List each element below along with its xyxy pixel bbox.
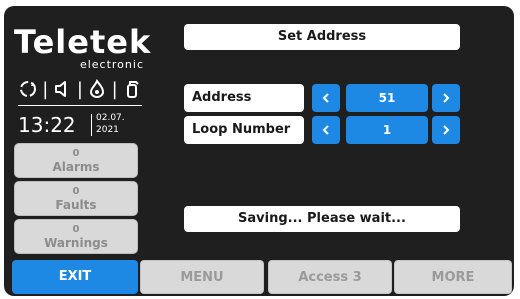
chevron-left-icon — [322, 93, 329, 103]
screen: Teletek electronic | | | 13:22 02.07. 20… — [0, 0, 520, 299]
status-separator: | — [76, 78, 83, 100]
loop-number-label: Loop Number — [184, 116, 304, 144]
warnings-label: Warnings — [44, 236, 108, 250]
address-increment-button[interactable] — [432, 84, 460, 112]
sync-icon — [18, 79, 38, 99]
chevron-right-icon — [443, 93, 450, 103]
clock-date: 02.07. 2021 — [96, 112, 125, 136]
brand-subtitle: electronic — [79, 58, 144, 71]
access-level-button[interactable]: Access 3 — [268, 260, 392, 294]
flame-icon — [87, 79, 107, 99]
clock-date-year: 2021 — [96, 125, 119, 135]
status-separator: | — [111, 78, 118, 100]
address-value[interactable]: 51 — [346, 84, 428, 112]
menu-button[interactable]: MENU — [140, 260, 264, 294]
status-icons: | | | — [18, 76, 142, 102]
faults-count: 0 — [72, 186, 80, 197]
alarms-label: Alarms — [52, 160, 100, 174]
warnings-counter[interactable]: 0 Warnings — [14, 219, 138, 254]
status-divider — [18, 105, 142, 106]
clock-date-day: 02.07. — [96, 113, 125, 123]
speaker-icon — [53, 79, 73, 99]
brand-logo: Teletek — [14, 23, 152, 61]
faults-counter[interactable]: 0 Faults — [14, 181, 138, 216]
loop-increment-button[interactable] — [432, 116, 460, 144]
alarms-counter[interactable]: 0 Alarms — [14, 143, 138, 178]
warnings-count: 0 — [72, 224, 80, 235]
chevron-left-icon — [322, 125, 329, 135]
loop-number-value[interactable]: 1 — [346, 116, 428, 144]
chevron-right-icon — [443, 125, 450, 135]
extinguisher-icon — [122, 79, 142, 99]
faults-label: Faults — [55, 198, 97, 212]
address-decrement-button[interactable] — [312, 84, 340, 112]
more-button[interactable]: MORE — [394, 260, 512, 294]
clock-separator — [91, 114, 92, 136]
status-message: Saving... Please wait... — [184, 206, 460, 232]
clock-time: 13:22 — [18, 113, 76, 137]
alarms-count: 0 — [72, 148, 80, 159]
exit-button[interactable]: EXIT — [12, 260, 138, 294]
address-label: Address — [184, 84, 304, 112]
loop-decrement-button[interactable] — [312, 116, 340, 144]
device-panel: Teletek electronic | | | 13:22 02.07. 20… — [4, 6, 514, 296]
status-separator: | — [42, 78, 49, 100]
screen-title: Set Address — [184, 24, 460, 50]
